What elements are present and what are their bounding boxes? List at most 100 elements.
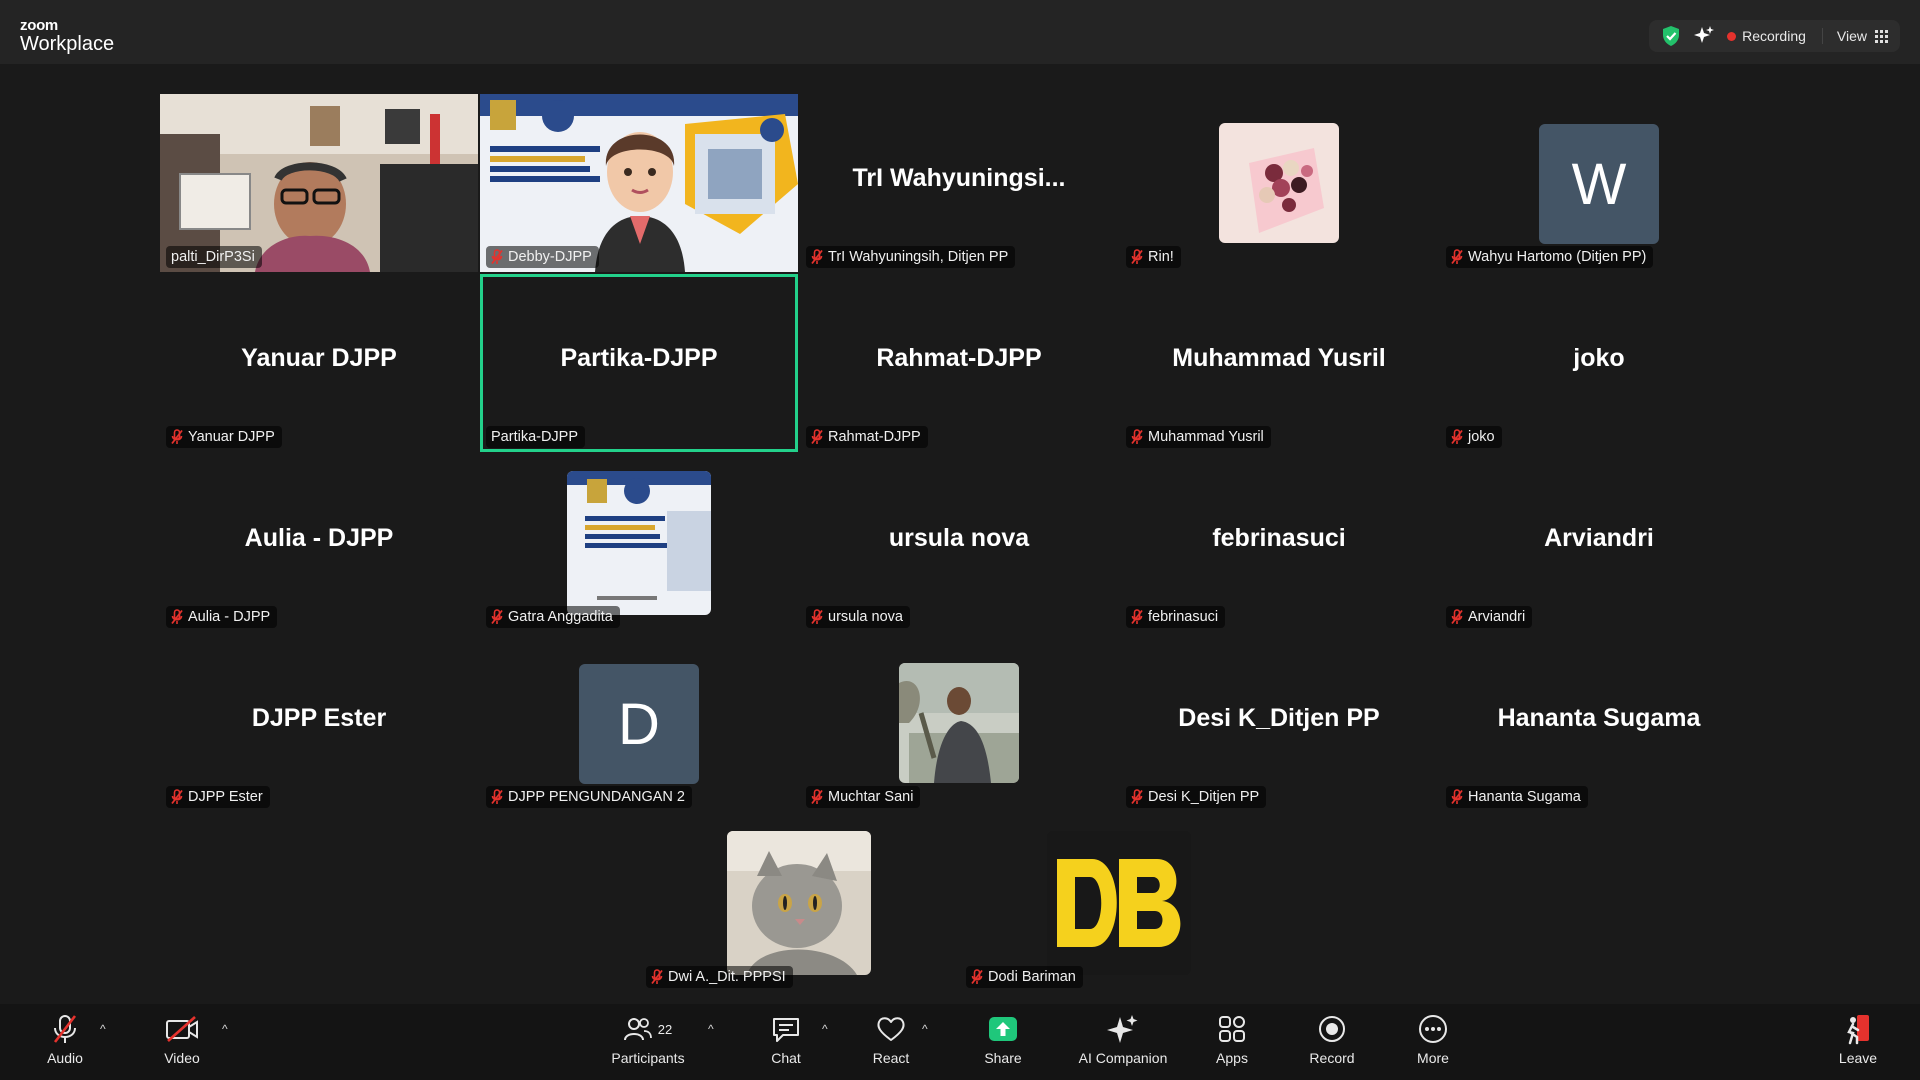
leave-button[interactable]: Leave: [1836, 1012, 1880, 1074]
more-button[interactable]: More: [1410, 1012, 1456, 1074]
participant-tile[interactable]: DJPP Ester DJPP Ester: [160, 634, 478, 812]
participants-button[interactable]: 22 Participants: [604, 1012, 692, 1074]
participant-name-label: Yanuar DJPP: [166, 426, 282, 448]
participant-tile[interactable]: joko joko: [1440, 274, 1758, 452]
participant-tile[interactable]: Rin!: [1120, 94, 1438, 272]
mic-muted-icon: [491, 609, 503, 625]
mic-muted-icon: [1131, 249, 1143, 265]
meeting-toolbar: Audio ^ Video ^ 22 Participants ^ Chat ^…: [0, 1004, 1920, 1080]
security-shield-icon[interactable]: [1661, 25, 1681, 47]
participants-icon: [623, 1018, 652, 1041]
record-label: Record: [1309, 1050, 1355, 1066]
react-label: React: [872, 1050, 910, 1066]
view-label: View: [1836, 28, 1867, 44]
ai-companion-button[interactable]: AI Companion: [1070, 1012, 1176, 1074]
participant-display-name: Partika-DJPP: [560, 344, 718, 372]
participant-tile[interactable]: D DJPP PENGUNDANGAN 2: [480, 634, 798, 812]
top-bar: zoom Workplace Recording View: [0, 0, 1920, 64]
mic-muted-icon: [1451, 249, 1463, 265]
participant-tile[interactable]: Gatra Anggadita: [480, 454, 798, 632]
zoom-workplace-logo: zoom Workplace: [20, 18, 114, 54]
react-button[interactable]: React: [868, 1012, 914, 1074]
participant-name-label: Wahyu Hartomo (Ditjen PP): [1446, 246, 1654, 268]
participant-tile[interactable]: Dwi A._Dit. PPPSI: [640, 814, 958, 992]
participants-count: 22: [657, 1021, 673, 1037]
participant-tile[interactable]: Arviandri Arviandri: [1440, 454, 1758, 632]
participant-name-label: Arviandri: [1446, 606, 1533, 628]
chat-options-chevron-up-icon[interactable]: ^: [822, 1022, 828, 1036]
chat-button[interactable]: Chat: [766, 1012, 806, 1074]
profile-picture-man: [899, 663, 1019, 783]
mic-muted-icon: [1451, 609, 1463, 625]
participant-display-name: TrI Wahyuningsi...: [852, 164, 1066, 192]
participant-name-label: joko: [1446, 426, 1502, 448]
mic-muted-icon: [1131, 609, 1143, 625]
participant-tile[interactable]: Rahmat-DJPP Rahmat-DJPP: [800, 274, 1118, 452]
audio-button[interactable]: Audio: [40, 1012, 90, 1074]
brand-small: zoom: [20, 17, 58, 34]
recording-dot-icon: [1727, 31, 1737, 41]
video-options-chevron-up-icon[interactable]: ^: [222, 1022, 228, 1036]
participant-display-name: Yanuar DJPP: [241, 344, 397, 372]
participant-tile-active-speaker[interactable]: Partika-DJPP Partika-DJPP: [480, 274, 798, 452]
recording-label: Recording: [1742, 28, 1806, 44]
gallery-view: palti_DirP3Si Debby-DJPP TrI Wahyuningsi…: [0, 64, 1920, 1004]
participants-options-chevron-up-icon[interactable]: ^: [708, 1022, 714, 1036]
participant-tile[interactable]: Muhammad Yusril Muhammad Yusril: [1120, 274, 1438, 452]
participant-tile[interactable]: TrI Wahyuningsi... TrI Wahyuningsih, Dit…: [800, 94, 1118, 272]
heart-icon: [877, 1017, 905, 1041]
participant-tile[interactable]: Desi K_Ditjen PP Desi K_Ditjen PP: [1120, 634, 1438, 812]
participant-name-label: palti_DirP3Si: [166, 246, 262, 268]
chat-label: Chat: [771, 1050, 801, 1066]
grid-view-icon: [1875, 29, 1888, 43]
mic-muted-icon: [171, 789, 183, 805]
participant-tile[interactable]: palti_DirP3Si: [160, 94, 478, 272]
participant-tile[interactable]: Aulia - DJPP Aulia - DJPP: [160, 454, 478, 632]
participant-name-label: Partika-DJPP: [486, 426, 586, 448]
more-label: More: [1417, 1050, 1449, 1066]
participant-display-name: joko: [1573, 344, 1625, 372]
chat-bubble-icon: [773, 1018, 799, 1042]
participant-name-label: Rin!: [1126, 246, 1181, 268]
mic-muted-icon: [491, 249, 503, 265]
mic-muted-icon: [171, 429, 183, 445]
participant-name-label: Gatra Anggadita: [486, 606, 620, 628]
apps-button[interactable]: Apps: [1210, 1012, 1254, 1074]
participant-tile[interactable]: Dodi Bariman: [960, 814, 1278, 992]
ai-companion-label: AI Companion: [1078, 1050, 1168, 1066]
video-off-icon: [166, 1016, 198, 1042]
participant-tile[interactable]: Yanuar DJPP Yanuar DJPP: [160, 274, 478, 452]
share-button[interactable]: Share: [978, 1012, 1028, 1074]
participant-tile[interactable]: Muchtar Sani: [800, 634, 1118, 812]
record-icon: [1319, 1016, 1345, 1042]
mic-muted-icon: [171, 609, 183, 625]
participant-tile[interactable]: febrinasuci febrinasuci: [1120, 454, 1438, 632]
mic-muted-icon: [1131, 429, 1143, 445]
participant-display-name: febrinasuci: [1212, 524, 1346, 552]
record-button[interactable]: Record: [1306, 1012, 1358, 1074]
participant-name-label: Muhammad Yusril: [1126, 426, 1271, 448]
participant-tile[interactable]: W Wahyu Hartomo (Ditjen PP): [1440, 94, 1758, 272]
video-button[interactable]: Video: [156, 1012, 208, 1074]
participant-tile[interactable]: ursula nova ursula nova: [800, 454, 1118, 632]
share-screen-icon: [989, 1017, 1017, 1041]
share-label: Share: [984, 1050, 1022, 1066]
participant-name-label: Dodi Bariman: [966, 966, 1083, 988]
recording-indicator[interactable]: Recording: [1727, 28, 1806, 44]
participant-tile[interactable]: Debby-DJPP: [480, 94, 798, 272]
participant-name-label: Dwi A._Dit. PPPSI: [646, 966, 793, 988]
participant-display-name: Arviandri: [1544, 524, 1654, 552]
participant-display-name: Muhammad Yusril: [1172, 344, 1386, 372]
participant-tile[interactable]: Hananta Sugama Hananta Sugama: [1440, 634, 1758, 812]
participant-name-label: ursula nova: [806, 606, 910, 628]
participant-name-label: TrI Wahyuningsih, Ditjen PP: [806, 246, 1016, 268]
participant-display-name: Rahmat-DJPP: [876, 344, 1042, 372]
react-options-chevron-up-icon[interactable]: ^: [922, 1022, 928, 1036]
participant-name-label: Aulia - DJPP: [166, 606, 278, 628]
leave-label: Leave: [1838, 1050, 1878, 1066]
audio-options-chevron-up-icon[interactable]: ^: [100, 1022, 106, 1036]
participant-name-label: Rahmat-DJPP: [806, 426, 928, 448]
participant-name-label: DJPP PENGUNDANGAN 2: [486, 786, 692, 808]
view-button[interactable]: View: [1821, 28, 1888, 44]
ai-sparkle-icon[interactable]: [1693, 25, 1715, 47]
